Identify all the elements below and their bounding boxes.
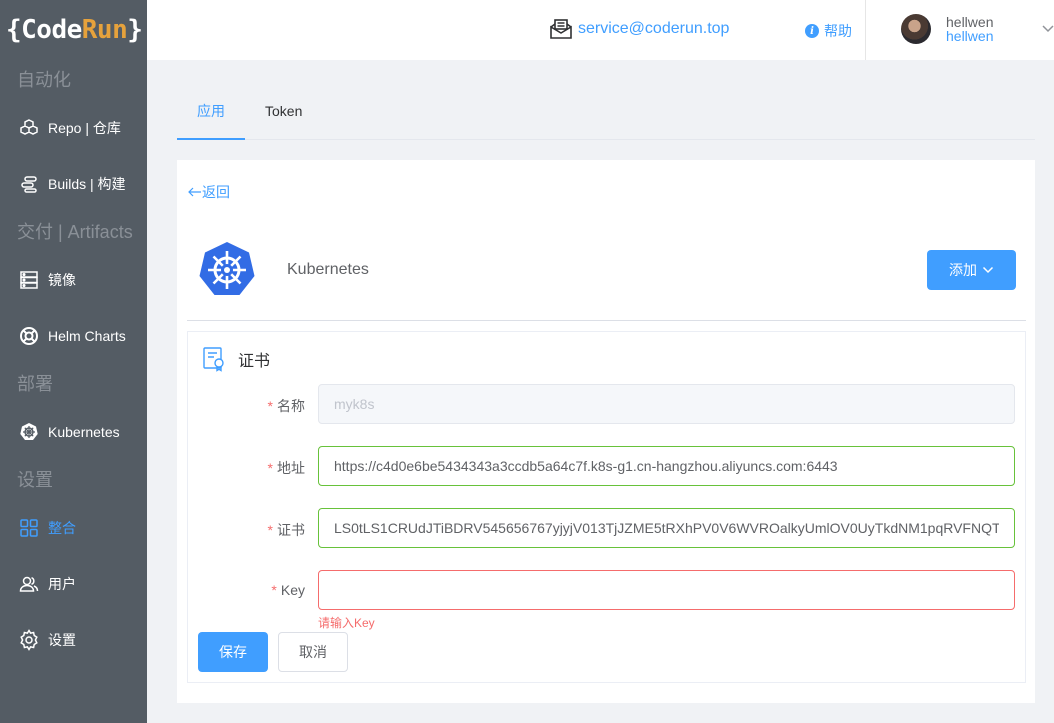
logo-brace-open: { bbox=[6, 15, 22, 45]
required-mark: * bbox=[267, 460, 273, 476]
nav-group-deploy: 部署 bbox=[17, 374, 53, 394]
address-label-text: 地址 bbox=[277, 460, 305, 476]
sidebar-item-builds[interactable]: Builds | 构建 bbox=[0, 156, 147, 212]
cancel-button[interactable]: 取消 bbox=[278, 632, 348, 672]
key-field[interactable] bbox=[318, 570, 1015, 610]
certificate-label-text: 证书 bbox=[277, 522, 305, 538]
sidebar-item-label: Kubernetes bbox=[48, 424, 120, 440]
help-link[interactable]: i 帮助 bbox=[805, 21, 852, 41]
sidebar-item-label: 用户 bbox=[48, 576, 76, 592]
sidebar-item-repo[interactable]: Repo | 仓库 bbox=[0, 100, 147, 156]
certificate-icon bbox=[203, 347, 224, 372]
save-button[interactable]: 保存 bbox=[198, 632, 268, 672]
certificate-label: * 证书 bbox=[188, 520, 305, 540]
sidebar-item-users[interactable]: 用户 bbox=[0, 556, 147, 612]
chevron-down-icon bbox=[982, 266, 994, 274]
logo-brace-close: } bbox=[127, 15, 143, 45]
address-label: * 地址 bbox=[188, 458, 305, 478]
divider bbox=[187, 320, 1026, 321]
user-menu[interactable]: hellwen hellwen bbox=[901, 14, 1054, 44]
logo-code: Code bbox=[21, 15, 82, 45]
certificate-form: 证书 *名称 *地址 *证书 *Key 请输入Key 保存 取消 bbox=[187, 331, 1026, 683]
sidebar: {Code Run} 自动化 Repo | 仓库 Builds | 构建 交付 |… bbox=[0, 0, 147, 723]
help-text: 帮助 bbox=[824, 23, 852, 39]
name-field[interactable] bbox=[318, 384, 1015, 424]
nav-group-settings: 设置 bbox=[17, 470, 53, 490]
sidebar-item-label: 设置 bbox=[48, 632, 76, 648]
cubes-icon bbox=[18, 117, 40, 139]
section-title: 证书 bbox=[238, 353, 271, 370]
sidebar-item-label: 整合 bbox=[48, 520, 76, 536]
kubernetes-icon bbox=[18, 421, 40, 443]
address-field[interactable] bbox=[318, 446, 1015, 486]
top-header: service@coderun.top i 帮助 hellwen hellwen bbox=[147, 0, 1054, 60]
section-header: 证书 bbox=[202, 346, 270, 372]
info-icon: i bbox=[805, 24, 819, 38]
sidebar-item-label: 镜像 bbox=[48, 272, 76, 288]
certificate-field[interactable] bbox=[318, 508, 1015, 548]
sidebar-item-images[interactable]: 镜像 bbox=[0, 252, 147, 308]
users-icon bbox=[18, 573, 40, 595]
sidebar-item-kubernetes[interactable]: Kubernetes bbox=[0, 404, 147, 460]
mail-icon bbox=[550, 19, 572, 39]
support-email-link[interactable]: service@coderun.top bbox=[549, 18, 729, 40]
avatar bbox=[901, 14, 931, 44]
required-mark: * bbox=[267, 398, 273, 414]
add-button[interactable]: 添加 bbox=[927, 250, 1016, 290]
lifebuoy-icon bbox=[18, 325, 40, 347]
integration-title: Kubernetes bbox=[287, 261, 369, 278]
logo-run: Run bbox=[81, 15, 128, 45]
name-label: * 名称 bbox=[188, 396, 305, 416]
tab-token[interactable]: Token bbox=[265, 90, 302, 140]
user-names: hellwen hellwen bbox=[946, 15, 993, 43]
gear-icon bbox=[18, 629, 40, 651]
add-button-label: 添加 bbox=[949, 262, 977, 278]
user-login-name: hellwen bbox=[946, 28, 994, 44]
sidebar-item-label: Helm Charts bbox=[48, 328, 126, 344]
tab-active-indicator bbox=[177, 138, 245, 140]
sidebar-item-settings[interactable]: 设置 bbox=[0, 612, 147, 668]
sidebar-item-label: Repo | 仓库 bbox=[48, 120, 121, 136]
nav-group-automation: 自动化 bbox=[17, 70, 71, 90]
key-error-message: 请输入Key bbox=[318, 616, 375, 630]
email-text: service@coderun.top bbox=[578, 20, 730, 37]
key-label: * Key bbox=[188, 582, 305, 598]
name-label-text: 名称 bbox=[277, 398, 305, 414]
integration-card: 返回 Kubernetes 添加 证书 *名称 *地址 *证书 bbox=[177, 160, 1035, 703]
grid-icon bbox=[18, 517, 40, 539]
sidebar-item-label: Builds | 构建 bbox=[48, 176, 126, 192]
tab-apps[interactable]: 应用 bbox=[197, 90, 225, 140]
key-label-text: Key bbox=[280, 582, 305, 598]
back-text: 返回 bbox=[202, 184, 230, 200]
sidebar-item-helm-charts[interactable]: Helm Charts bbox=[0, 308, 147, 364]
header-divider bbox=[865, 0, 866, 60]
tabs: 应用 Token bbox=[177, 90, 1035, 140]
back-link[interactable]: 返回 bbox=[188, 182, 230, 202]
sidebar-item-integrations[interactable]: 整合 bbox=[0, 500, 147, 556]
server-icon bbox=[18, 269, 40, 291]
user-display-name: hellwen bbox=[946, 14, 994, 30]
pipeline-icon bbox=[18, 173, 40, 195]
required-mark: * bbox=[267, 522, 273, 538]
kubernetes-logo-icon bbox=[199, 242, 255, 295]
required-mark: * bbox=[271, 582, 277, 598]
arrow-left-icon bbox=[188, 187, 201, 197]
app-logo[interactable]: {Code Run} bbox=[0, 0, 147, 60]
nav-group-artifacts: 交付 | Artifacts bbox=[17, 222, 133, 242]
chevron-down-icon bbox=[1042, 25, 1054, 33]
